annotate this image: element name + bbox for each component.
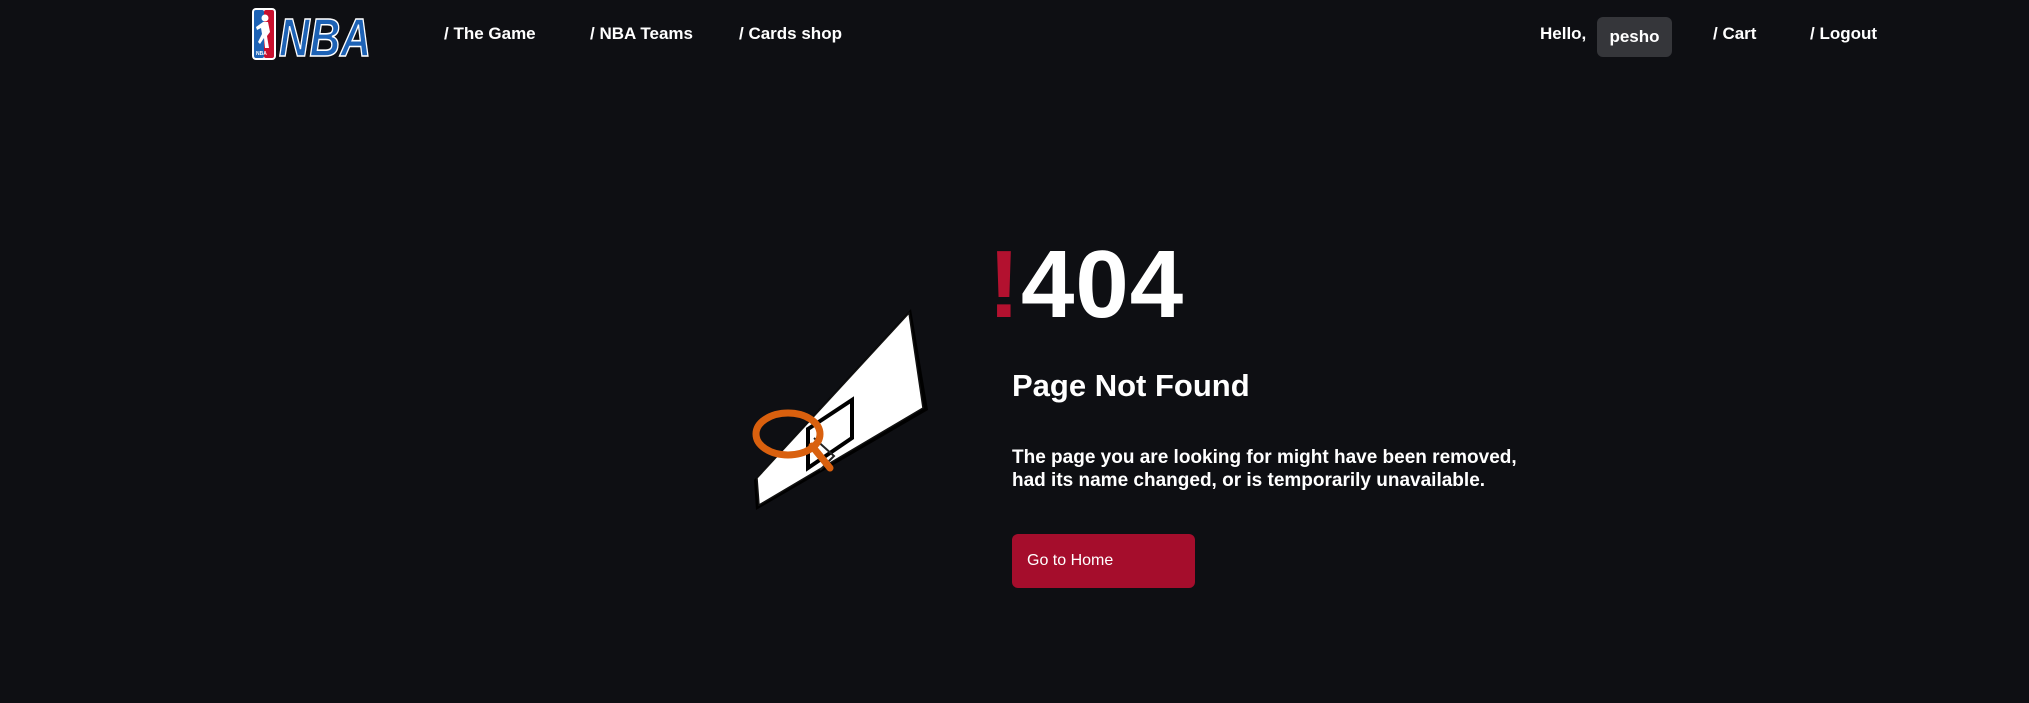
exclamation-mark: ! (988, 231, 1021, 338)
nba-logo-icon[interactable]: NBA NBA (252, 7, 372, 69)
nav-link-cart[interactable]: / Cart (1713, 24, 1756, 44)
svg-text:NBA: NBA (256, 51, 267, 57)
nav-link-the-game[interactable]: / The Game (444, 24, 536, 44)
user-profile-chip[interactable]: pesho (1597, 17, 1672, 57)
greeting-text: Hello, (1540, 24, 1587, 43)
error-code-number: 404 (1020, 231, 1185, 338)
page-title: Page Not Found (1012, 368, 1250, 403)
nav-link-logout[interactable]: / Logout (1810, 24, 1877, 44)
top-navbar: NBA NBA / The Game / NBA Teams / Cards s… (0, 0, 2029, 72)
go-to-home-button[interactable]: Go to Home (1012, 534, 1195, 588)
error-description: The page you are looking for might have … (1012, 447, 1517, 491)
svg-text:NBA: NBA (279, 8, 371, 60)
nav-link-nba-teams[interactable]: / NBA Teams (590, 24, 693, 44)
error-code: !404 (988, 235, 1184, 335)
nav-link-cards-shop[interactable]: / Cards shop (739, 24, 842, 44)
basketball-hoop-icon (748, 306, 934, 512)
